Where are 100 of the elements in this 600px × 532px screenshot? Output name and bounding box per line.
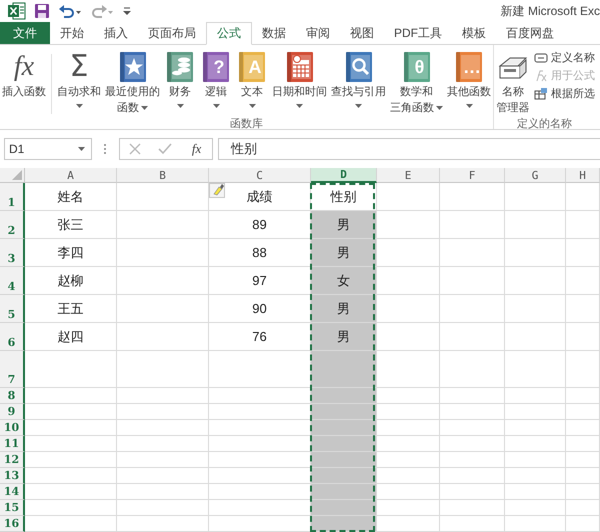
table-cell[interactable] — [440, 211, 505, 239]
table-cell[interactable] — [505, 404, 566, 420]
table-cell[interactable] — [311, 452, 377, 468]
table-cell[interactable] — [377, 420, 440, 436]
table-cell[interactable] — [377, 484, 440, 500]
save-icon[interactable] — [34, 3, 50, 19]
ribbon-command[interactable]: A 文本 — [234, 50, 270, 112]
row-header[interactable]: 12 — [0, 452, 25, 468]
column-header[interactable]: F — [440, 168, 505, 183]
column-header[interactable]: G — [505, 168, 566, 183]
ribbon-command[interactable]: 财务 — [162, 50, 198, 112]
table-cell[interactable] — [377, 323, 440, 351]
column-header[interactable]: C — [209, 168, 311, 183]
grip-icon[interactable] — [103, 142, 107, 156]
table-cell[interactable]: 90 — [209, 295, 311, 323]
table-cell[interactable] — [505, 295, 566, 323]
table-cell[interactable] — [440, 500, 505, 516]
table-cell[interactable] — [440, 267, 505, 295]
table-cell[interactable] — [505, 484, 566, 500]
table-cell[interactable] — [566, 516, 600, 532]
table-cell[interactable] — [566, 500, 600, 516]
table-cell[interactable] — [566, 211, 600, 239]
table-cell[interactable] — [566, 420, 600, 436]
row-header[interactable]: 5 — [0, 295, 25, 323]
table-cell[interactable]: 男 — [311, 295, 377, 323]
ribbon-tab[interactable]: 审阅 — [296, 22, 340, 44]
table-cell[interactable] — [377, 388, 440, 404]
table-cell[interactable] — [440, 295, 505, 323]
row-header[interactable]: 1 — [0, 183, 25, 211]
ribbon-tab[interactable]: PDF工具 — [384, 22, 452, 44]
table-cell[interactable] — [505, 351, 566, 388]
table-cell[interactable] — [505, 183, 566, 211]
row-header[interactable]: 16 — [0, 516, 25, 532]
table-cell[interactable] — [25, 436, 117, 452]
table-cell[interactable] — [505, 452, 566, 468]
table-cell[interactable] — [505, 500, 566, 516]
table-cell[interactable] — [311, 484, 377, 500]
table-cell[interactable] — [377, 183, 440, 211]
table-cell[interactable] — [377, 351, 440, 388]
table-cell[interactable]: 76 — [209, 323, 311, 351]
table-cell[interactable] — [209, 420, 311, 436]
table-cell[interactable] — [566, 295, 600, 323]
table-cell[interactable] — [566, 452, 600, 468]
table-cell[interactable] — [566, 267, 600, 295]
table-cell[interactable] — [440, 436, 505, 452]
ribbon-tab[interactable]: 文件 — [0, 22, 50, 44]
row-header[interactable]: 8 — [0, 388, 25, 404]
table-cell[interactable] — [566, 404, 600, 420]
row-header[interactable]: 7 — [0, 351, 25, 388]
table-cell[interactable] — [440, 183, 505, 211]
table-cell[interactable] — [377, 468, 440, 484]
table-cell[interactable] — [209, 500, 311, 516]
table-cell[interactable] — [117, 323, 209, 351]
customize-icon[interactable] — [122, 6, 132, 16]
row-header[interactable]: 9 — [0, 404, 25, 420]
table-cell[interactable] — [505, 420, 566, 436]
formula-field[interactable]: 性别 — [218, 138, 600, 160]
ribbon-tab[interactable]: 百度网盘 — [496, 22, 564, 44]
table-cell[interactable] — [505, 468, 566, 484]
ribbon-command[interactable]: θ 数学和 三角函数 — [388, 50, 445, 116]
row-header[interactable]: 14 — [0, 484, 25, 500]
table-cell[interactable] — [566, 388, 600, 404]
ribbon-tab[interactable]: 开始 — [50, 22, 94, 44]
table-cell[interactable] — [505, 211, 566, 239]
table-cell[interactable] — [25, 404, 117, 420]
table-cell[interactable]: 李四 — [25, 239, 117, 267]
table-cell[interactable] — [505, 436, 566, 452]
table-cell[interactable] — [377, 516, 440, 532]
table-cell[interactable] — [117, 436, 209, 452]
column-header[interactable]: D — [311, 168, 377, 183]
ribbon-tab[interactable]: 数据 — [252, 22, 296, 44]
table-cell[interactable] — [117, 267, 209, 295]
table-cell[interactable]: 89 — [209, 211, 311, 239]
table-cell[interactable] — [25, 452, 117, 468]
table-cell[interactable] — [377, 267, 440, 295]
table-cell[interactable]: 成绩 — [209, 183, 311, 211]
table-cell[interactable]: 姓名 — [25, 183, 117, 211]
row-header[interactable]: 3 — [0, 239, 25, 267]
table-cell[interactable] — [440, 452, 505, 468]
table-cell[interactable] — [311, 420, 377, 436]
table-cell[interactable] — [440, 388, 505, 404]
table-cell[interactable] — [505, 267, 566, 295]
row-header[interactable]: 6 — [0, 323, 25, 351]
row-header[interactable]: 4 — [0, 267, 25, 295]
table-cell[interactable] — [377, 404, 440, 420]
table-cell[interactable] — [117, 295, 209, 323]
table-cell[interactable] — [566, 239, 600, 267]
table-cell[interactable] — [25, 468, 117, 484]
table-cell[interactable] — [440, 351, 505, 388]
column-header[interactable]: B — [117, 168, 209, 183]
table-cell[interactable] — [25, 388, 117, 404]
column-header[interactable]: E — [377, 168, 440, 183]
table-cell[interactable] — [117, 239, 209, 267]
ribbon-command[interactable]: 最近使用的 函数 — [103, 50, 162, 116]
table-cell[interactable] — [25, 484, 117, 500]
table-cell[interactable] — [566, 351, 600, 388]
table-cell[interactable] — [377, 500, 440, 516]
insert-function-button[interactable]: fx — [190, 141, 204, 157]
table-cell[interactable] — [117, 500, 209, 516]
table-cell[interactable] — [377, 436, 440, 452]
